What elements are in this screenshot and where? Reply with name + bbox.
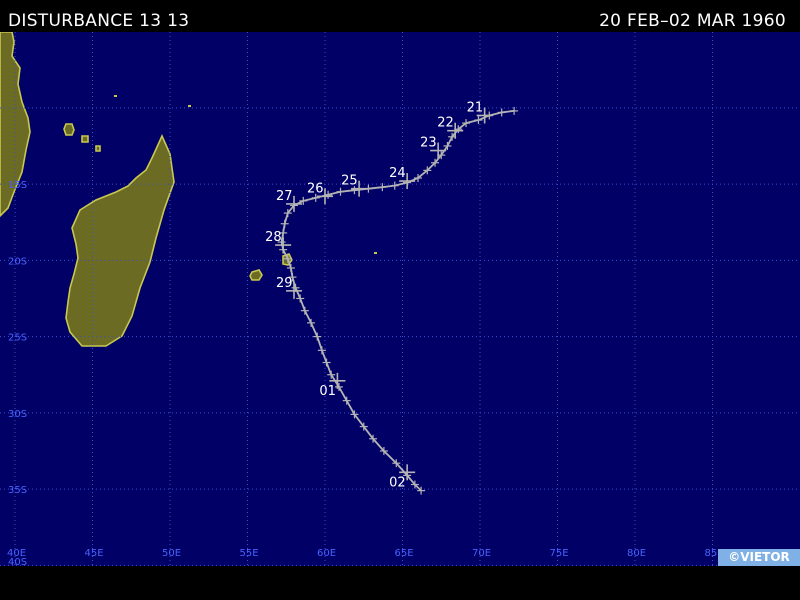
lon-label: 60E [317,548,336,559]
reunion-island [249,269,263,281]
seychelles-island [63,123,75,136]
lon-label: 75E [550,548,569,559]
small-islet [114,95,117,97]
storm-title: DISTURBANCE 13 13 [8,11,190,31]
small-islet [374,252,377,254]
day-label: 24 [389,166,406,181]
day-label: 29 [276,276,293,291]
comoros-islands [81,135,89,143]
lon-label: 65E [395,548,414,559]
credit-badge: ©VIETOR [718,549,800,566]
day-label: 23 [420,136,437,151]
small-islet [188,105,191,107]
lat-label: 30S [8,409,27,420]
lat-label: 40S [8,557,27,566]
day-label: 21 [467,100,484,115]
lat-label: 15S [8,180,27,191]
day-label: 22 [437,116,454,131]
day-label: 26 [307,181,324,196]
lon-label: 45E [85,548,104,559]
lat-label: 25S [8,333,27,344]
lon-label: 70E [472,548,491,559]
day-label: 27 [276,189,293,204]
day-label: 02 [389,475,406,490]
comoros-island-2 [95,145,101,152]
lon-label: 55E [240,548,259,559]
lat-label: 35S [8,485,27,496]
lon-label: 50E [162,548,181,559]
date-range: 20 FEB–02 MAR 1960 [599,11,786,31]
day-label: 01 [319,384,336,399]
day-label: 28 [265,230,282,245]
storm-track-map: 40E 45E 50E 55E 60E 65E 70E 75E 80E 85E15S20S25S3… [0,32,800,566]
lon-label: 80E [627,548,646,559]
lat-label: 20S [8,256,27,267]
day-label: 25 [341,174,358,189]
map-header: DISTURBANCE 13 13 20 FEB–02 MAR 1960 [0,0,800,32]
map-footer [0,566,800,600]
